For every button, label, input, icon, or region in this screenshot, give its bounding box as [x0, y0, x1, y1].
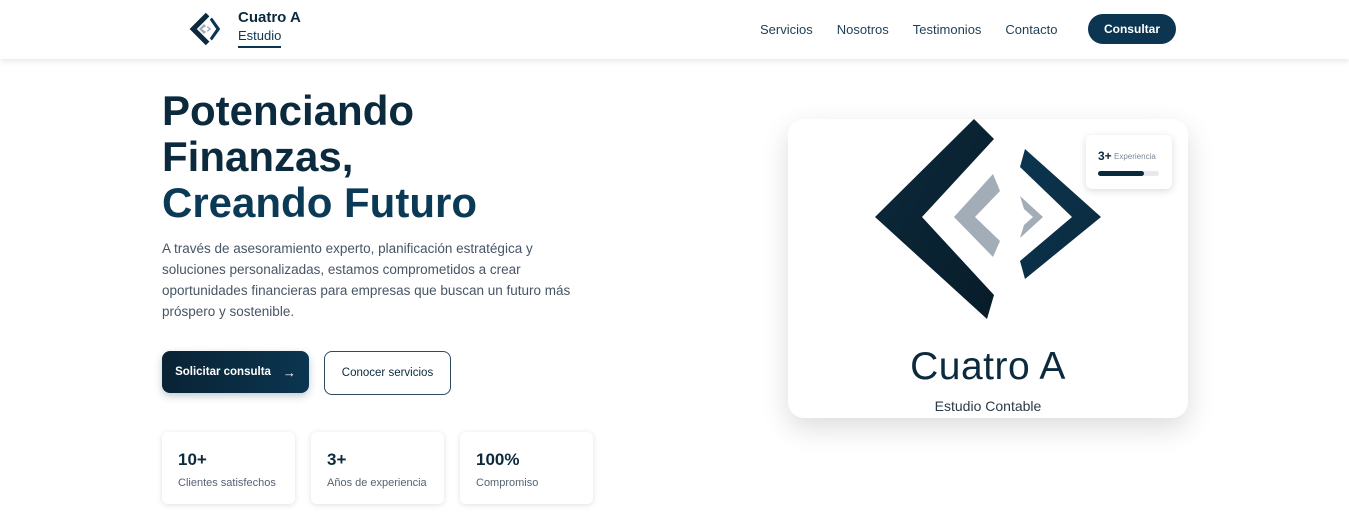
card-brand-subtitle: Estudio Contable	[934, 398, 1042, 414]
diamond-brackets-logo-icon	[875, 119, 1101, 319]
experience-progress-bar	[1098, 171, 1159, 176]
solicitar-consulta-label: Solicitar consulta	[175, 366, 271, 378]
stat-value: 3+	[327, 450, 347, 469]
arrow-right-icon: →	[282, 364, 296, 380]
brand-subtitle: Estudio	[238, 29, 282, 48]
stat-card-experiencia: 3+ Años de experiencia	[311, 432, 444, 504]
nav-link-contacto[interactable]: Contacto	[1005, 22, 1057, 37]
stat-card-clientes: 10+ Clientes satisfechos	[162, 432, 295, 504]
nav-link-testimonios[interactable]: Testimonios	[913, 22, 982, 37]
experience-badge-value: 3+	[1098, 149, 1112, 163]
brand-logo-link[interactable]: Cuatro A Estudio	[186, 10, 301, 48]
hero-description: A través de asesoramiento experto, plani…	[162, 241, 571, 319]
experience-badge: 3+ Experiencia	[1086, 135, 1172, 189]
hero-title-line-3: Creando Futuro	[162, 179, 477, 226]
card-brand-name: Cuatro A	[910, 345, 1066, 388]
hero-title-line-1: Potenciando	[162, 87, 415, 134]
brand-text: Cuatro A Estudio	[238, 10, 301, 48]
diamond-brackets-logo-icon	[189, 12, 221, 46]
stat-value: 100%	[476, 450, 520, 469]
hero-title-line-2: Finanzas,	[162, 133, 354, 180]
brand-name: Cuatro A	[238, 9, 301, 26]
conocer-servicios-button[interactable]: Conocer servicios	[324, 351, 451, 395]
nav-link-servicios[interactable]: Servicios	[760, 22, 813, 37]
stat-label: Clientes satisfechos	[178, 477, 276, 489]
stat-card-compromiso: 100% Compromiso	[460, 432, 593, 504]
stat-value: 10+	[178, 450, 207, 469]
logo-showcase-card: Cuatro A Estudio Contable 3+ Experiencia	[788, 119, 1188, 418]
stat-label: Compromiso	[476, 477, 539, 489]
hero-title: Potenciando Finanzas, Creando Futuro	[162, 88, 477, 226]
site-header: Cuatro A Estudio Servicios Nosotros Test…	[0, 0, 1349, 59]
solicitar-consulta-button[interactable]: Solicitar consulta →	[162, 351, 309, 393]
consultar-button[interactable]: Consultar	[1088, 14, 1176, 44]
main-nav: Servicios Nosotros Testimonios Contacto	[760, 22, 1081, 37]
experience-badge-label: Experiencia	[1114, 152, 1156, 161]
nav-link-nosotros[interactable]: Nosotros	[837, 22, 889, 37]
experience-progress-fill	[1098, 171, 1144, 176]
stat-label: Años de experiencia	[327, 477, 427, 489]
